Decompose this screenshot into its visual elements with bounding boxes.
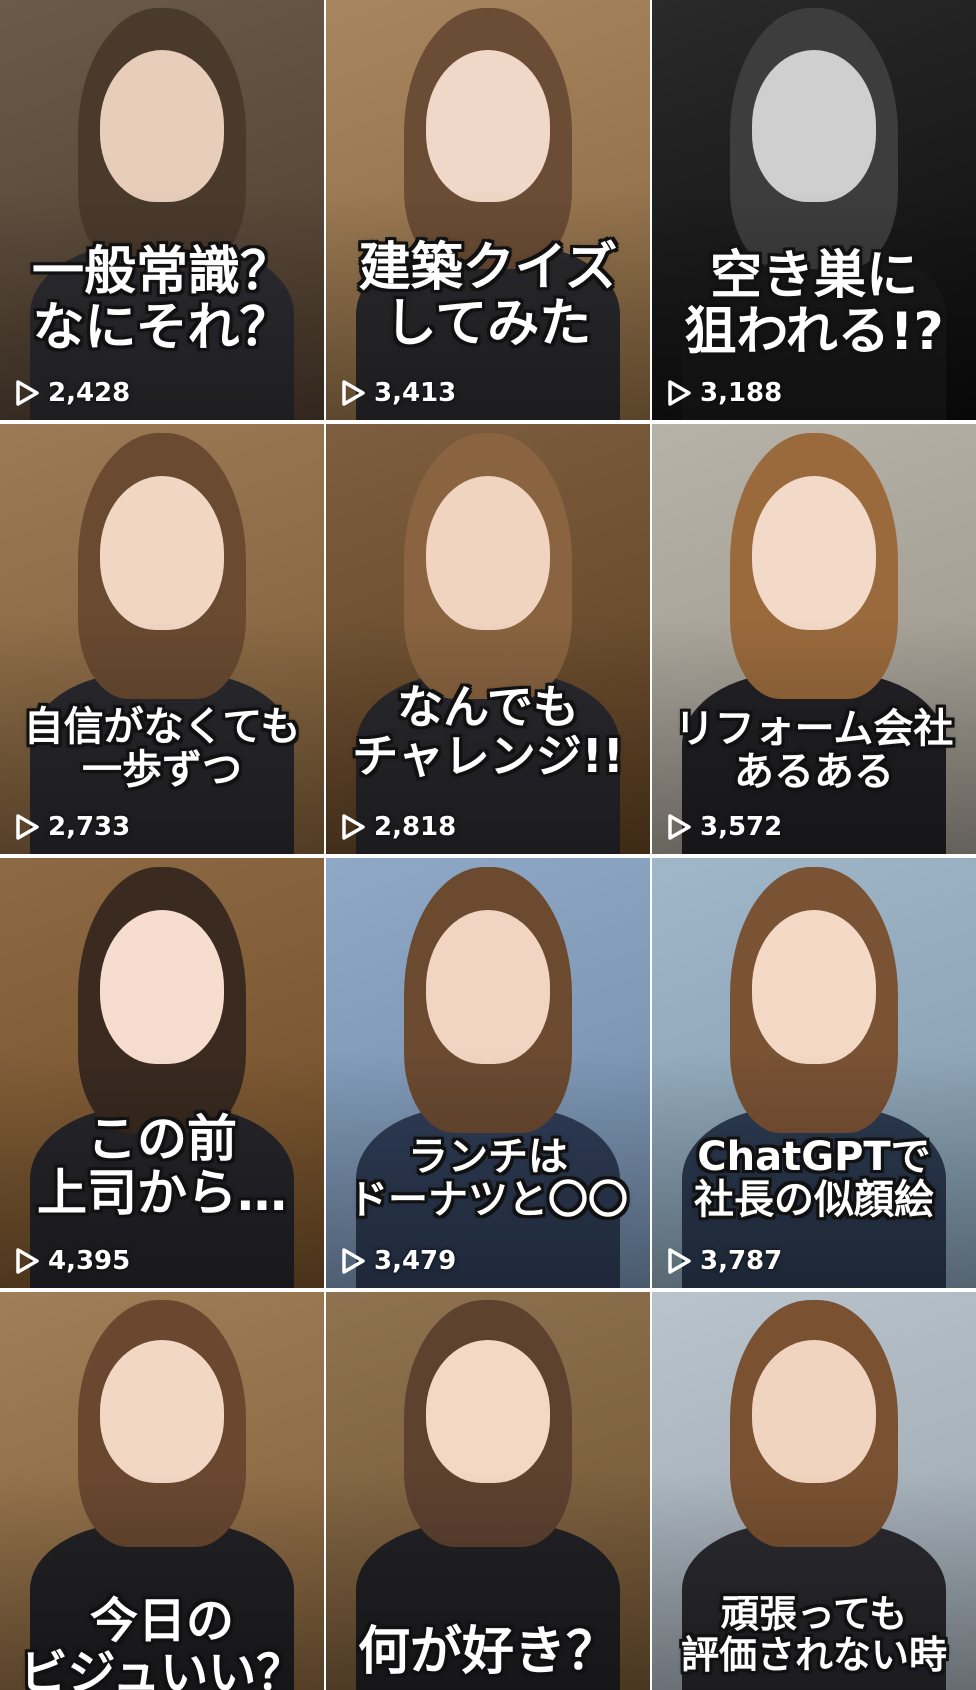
caption-line: 何が好き？ <box>357 1621 618 1682</box>
caption-line: ビジュいい？ <box>19 1645 305 1690</box>
person-face <box>752 909 876 1065</box>
play-outline-icon <box>14 813 40 841</box>
video-caption: ランチは ドーナツと〇〇 <box>326 1133 650 1223</box>
caption-line: 狙われる!? <box>684 301 944 362</box>
video-thumbnail[interactable]: 自信がなくても 一歩ずつ 2,733 <box>0 424 324 854</box>
view-count-value: 3,413 <box>374 378 457 408</box>
view-count: 2,818 <box>340 812 456 842</box>
play-outline-icon <box>340 1247 366 1275</box>
video-caption: 何が好き？ <box>326 1624 650 1680</box>
view-count-value: 2,818 <box>374 812 457 842</box>
view-count-value: 3,787 <box>700 1246 783 1276</box>
person-face <box>426 909 550 1065</box>
person-face <box>752 1339 876 1484</box>
caption-line: 空き巣に <box>709 245 918 306</box>
person-face <box>426 1339 550 1484</box>
caption-line: 一歩ずつ <box>82 746 242 793</box>
video-thumbnail[interactable]: 何が好き？ <box>326 1292 650 1690</box>
view-count-value: 3,479 <box>374 1246 457 1276</box>
video-caption: リフォーム会社 あるある <box>652 705 976 795</box>
caption-line: 社長の似顔絵 <box>694 1176 934 1223</box>
video-caption: ChatGPTで 社長の似顔絵 <box>652 1133 976 1223</box>
view-count-value: 2,733 <box>48 812 131 842</box>
play-outline-icon <box>666 1247 692 1275</box>
video-thumbnail[interactable]: ランチは ドーナツと〇〇 3,479 <box>326 858 650 1288</box>
video-thumbnail[interactable]: 空き巣に 狙われる!? 3,188 <box>652 0 976 420</box>
video-caption: 自信がなくても 一歩ずつ <box>0 703 324 793</box>
caption-line: してみた <box>384 293 592 354</box>
view-count: 3,787 <box>666 1246 782 1276</box>
thumbnail-image <box>326 424 650 854</box>
caption-line: 頑張っても <box>720 1591 908 1636</box>
video-thumbnail[interactable]: 頑張っても 評価されない時 <box>652 1292 976 1690</box>
video-caption: この前 上司から… <box>0 1112 324 1220</box>
caption-line: あるある <box>734 748 894 795</box>
video-caption: 今日の ビジュいい？ <box>0 1596 324 1690</box>
view-count: 3,572 <box>666 812 782 842</box>
caption-line: なにそれ？ <box>32 297 292 358</box>
caption-line: 建築クイズ <box>358 237 618 298</box>
view-count: 2,733 <box>14 812 130 842</box>
person-face <box>100 475 224 631</box>
person-face <box>100 909 224 1065</box>
caption-line: なんでも <box>397 679 579 734</box>
person-face <box>752 50 876 202</box>
caption-line: 自信がなくても <box>23 703 301 750</box>
video-caption: 一般常識？ なにそれ？ <box>0 244 324 356</box>
thumbnail-image <box>326 0 650 420</box>
video-caption: 空き巣に 狙われる!? <box>652 248 976 360</box>
play-outline-icon <box>666 379 692 407</box>
video-thumbnail[interactable]: 一般常識？ なにそれ？ 2,428 <box>0 0 324 420</box>
play-outline-icon <box>14 379 40 407</box>
thumbnail-image <box>0 858 324 1288</box>
video-caption: 頑張っても 評価されない時 <box>652 1591 976 1677</box>
caption-line: ランチは <box>408 1133 568 1180</box>
play-outline-icon <box>666 813 692 841</box>
caption-line: 一般常識？ <box>31 241 292 302</box>
play-outline-icon <box>340 813 366 841</box>
view-count: 4,395 <box>14 1246 130 1276</box>
caption-line: この前 <box>87 1110 237 1168</box>
view-count-value: 2,428 <box>48 378 131 408</box>
video-thumbnail[interactable]: 今日の ビジュいい？ <box>0 1292 324 1690</box>
person-face <box>100 1339 224 1484</box>
video-thumbnail[interactable]: ChatGPTで 社長の似顔絵 3,787 <box>652 858 976 1288</box>
thumbnail-image <box>652 858 976 1288</box>
person-face <box>752 475 876 631</box>
person-face <box>100 50 224 202</box>
view-count: 3,413 <box>340 378 456 408</box>
video-thumbnail[interactable]: なんでも チャレンジ!! 2,818 <box>326 424 650 854</box>
caption-line: ドーナツと〇〇 <box>348 1176 628 1223</box>
video-thumbnail[interactable]: この前 上司から… 4,395 <box>0 858 324 1288</box>
caption-line: ChatGPTで <box>697 1133 931 1180</box>
video-caption: なんでも チャレンジ!! <box>326 679 650 784</box>
person-face <box>426 475 550 631</box>
video-grid: 一般常識？ なにそれ？ 2,428 建築クイズ してみた 3,413 空き巣に 狙われる!? 3… <box>0 0 976 1690</box>
play-outline-icon <box>14 1247 40 1275</box>
play-outline-icon <box>340 379 366 407</box>
view-count: 2,428 <box>14 378 130 408</box>
thumbnail-image <box>326 858 650 1288</box>
caption-line: 上司から… <box>37 1164 287 1222</box>
view-count-value: 3,572 <box>700 812 783 842</box>
view-count: 3,188 <box>666 378 782 408</box>
caption-line: 今日の <box>89 1593 234 1650</box>
caption-line: 評価されない時 <box>680 1632 947 1677</box>
view-count-value: 4,395 <box>48 1246 131 1276</box>
video-thumbnail[interactable]: 建築クイズ してみた 3,413 <box>326 0 650 420</box>
video-caption: 建築クイズ してみた <box>326 240 650 352</box>
caption-line: チャレンジ!! <box>352 729 624 784</box>
view-count: 3,479 <box>340 1246 456 1276</box>
video-thumbnail[interactable]: リフォーム会社 あるある 3,572 <box>652 424 976 854</box>
person-face <box>426 50 550 202</box>
view-count-value: 3,188 <box>700 378 783 408</box>
caption-line: リフォーム会社 <box>674 705 954 752</box>
